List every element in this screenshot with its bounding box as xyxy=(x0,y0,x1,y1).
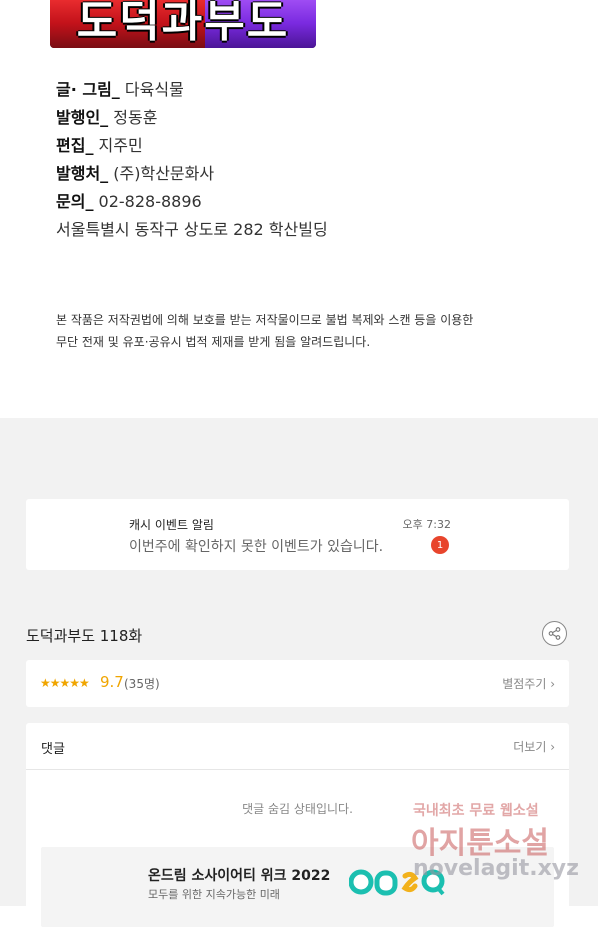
rating-stars: ★★★★★ xyxy=(40,676,90,690)
title-logo-text: 도덕과부도 xyxy=(76,0,290,47)
notification-message: 이번주에 확인하지 못한 이벤트가 있습니다. xyxy=(129,539,384,555)
title-logo: 도덕과부도 xyxy=(50,0,316,48)
episode-title: 도덕과부도 118화 xyxy=(26,627,143,645)
share-button[interactable] xyxy=(542,621,567,646)
ad-title: 온드림 소사이어티 위크 2022 xyxy=(148,868,331,884)
rating-count: (35명) xyxy=(124,677,160,691)
credit-editor: 편집_ 지주민 xyxy=(56,136,143,155)
comments-more-button[interactable]: 더보기 › xyxy=(513,738,555,755)
notification-title: 캐시 이벤트 알림 xyxy=(129,518,214,532)
viewer-footer: 캐시 이벤트 알림 오후 7:32 이번주에 확인하지 못한 이벤트가 있습니다… xyxy=(0,418,598,927)
ad-subtitle: 모두를 위한 지속가능한 미래 xyxy=(148,888,280,901)
copyright-notice: 본 작품은 저작권법에 의해 보호를 받는 저작물이므로 불법 복제와 스캔 등… xyxy=(56,313,474,349)
credit-publishing-company: 발행처_ (주)학산문화사 xyxy=(56,164,215,183)
divider xyxy=(26,769,569,770)
credit-contact: 문의_ 02-828-8896 xyxy=(56,192,202,211)
credits-list: 글· 그림_ 다육식물 발행인_ 정동훈 편집_ 지주민 발행처_ (주)학산문… xyxy=(56,76,328,244)
credits-page: 도덕과부도 글· 그림_ 다육식물 발행인_ 정동훈 편집_ 지주민 발행처_ … xyxy=(0,0,598,418)
comments-hidden-message: 댓글 숨김 상태입니다. xyxy=(242,802,353,816)
credit-author: 글· 그림_ 다육식물 xyxy=(56,80,184,99)
share-icon xyxy=(548,627,561,640)
rate-button[interactable]: 별점주기 › xyxy=(502,675,555,692)
rating-score: 9.7 xyxy=(100,673,124,691)
comments-header: 댓글 xyxy=(41,742,65,757)
credit-publisher: 발행인_ 정동훈 xyxy=(56,108,158,127)
notification-badge: 1 xyxy=(431,536,449,554)
event-notification[interactable]: 캐시 이벤트 알림 오후 7:32 이번주에 확인하지 못한 이벤트가 있습니다… xyxy=(26,499,569,570)
credit-address: 서울특별시 동작구 상도로 282 학산빌딩 xyxy=(56,220,328,239)
onsq-logo xyxy=(349,869,445,896)
notification-time: 오후 7:32 xyxy=(402,518,451,531)
rating-bar: ★★★★★ 9.7 (35명) 별점주기 › xyxy=(26,660,569,707)
ad-banner[interactable]: 온드림 소사이어티 위크 2022 모두를 위한 지속가능한 미래 xyxy=(41,847,554,927)
